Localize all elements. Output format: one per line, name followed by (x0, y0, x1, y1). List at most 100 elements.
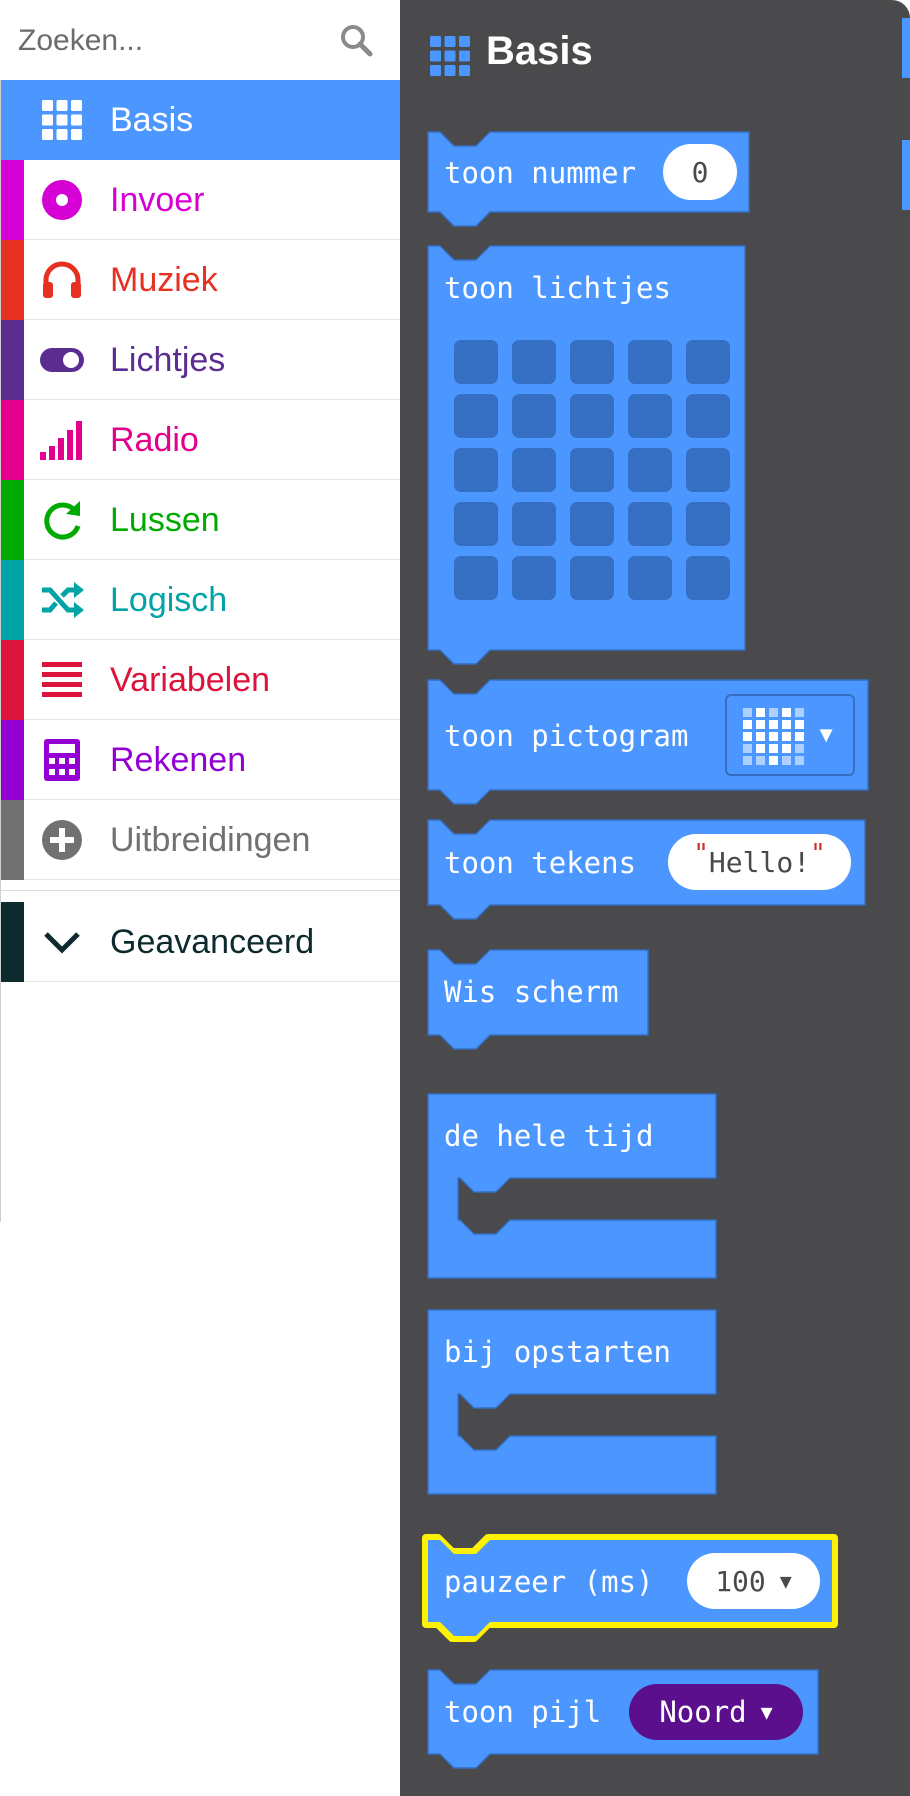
category-label: Rekenen (110, 741, 247, 779)
pause-value: 100 (715, 1564, 766, 1598)
category-color-stripe (0, 720, 24, 800)
category-label: Lichtjes (110, 341, 226, 379)
signal-bars-icon (40, 421, 82, 460)
led-cell[interactable] (512, 556, 556, 600)
block-label[interactable]: Wis scherm (444, 974, 619, 1010)
led-cell[interactable] (570, 448, 614, 492)
category-lussen[interactable]: Lussen (0, 480, 400, 560)
category-invoer[interactable]: Invoer (0, 160, 400, 240)
category-label: Logisch (110, 581, 228, 619)
category-color-stripe (0, 640, 24, 720)
category-uitbreidingen[interactable]: Uitbreidingen (0, 800, 400, 880)
category-lichtjes[interactable]: Lichtjes (0, 320, 400, 400)
led-cell[interactable] (454, 448, 498, 492)
block-label[interactable]: toon tekens (444, 845, 636, 881)
category-color-stripe (0, 902, 24, 982)
number-value: 0 (691, 155, 709, 189)
led-cell[interactable] (454, 394, 498, 438)
plus-circle-icon (42, 820, 82, 860)
category-geavanceerd[interactable]: Geavanceerd (0, 902, 400, 982)
category-label: Basis (110, 101, 194, 139)
category-rekenen[interactable]: Rekenen (0, 720, 400, 800)
quote-open-icon: " (693, 839, 709, 869)
category-color-stripe (0, 400, 24, 480)
category-color-stripe (0, 480, 24, 560)
block-label[interactable]: de hele tijd (444, 1118, 654, 1154)
category-label: Radio (110, 421, 199, 459)
string-value: Hello! (708, 845, 811, 879)
category-color-stripe (0, 240, 24, 320)
calculator-icon (44, 739, 80, 781)
block-label[interactable]: toon nummer (444, 155, 636, 191)
category-color-stripe (0, 800, 24, 880)
chevron-down-icon (44, 932, 80, 954)
caret-down-icon: ▼ (815, 722, 837, 747)
led-cell[interactable] (454, 502, 498, 546)
category-label: Variabelen (110, 661, 271, 699)
led-cell[interactable] (686, 556, 730, 600)
search-icon[interactable] (338, 22, 374, 58)
block-label[interactable]: toon pijl (444, 1694, 601, 1730)
block-label[interactable]: bij opstarten (444, 1334, 671, 1370)
led-cell[interactable] (628, 448, 672, 492)
headphones-icon (43, 261, 81, 298)
led-cell[interactable] (454, 556, 498, 600)
led-cell[interactable] (628, 502, 672, 546)
list-lines-icon (42, 662, 82, 697)
led-cell[interactable] (686, 394, 730, 438)
led-cell[interactable] (512, 448, 556, 492)
category-muziek[interactable]: Muziek (0, 240, 400, 320)
block-label[interactable]: toon pictogram (444, 718, 688, 754)
arrow-direction-dropdown[interactable]: Noord ▼ (629, 1684, 803, 1740)
refresh-icon (44, 501, 81, 540)
category-label: Uitbreidingen (110, 821, 311, 859)
block-label[interactable]: toon lichtjes (444, 270, 671, 306)
led-cell[interactable] (570, 394, 614, 438)
block-flyout: Basis toon nummer 0 toon lichtjes toon p… (400, 0, 910, 1796)
category-variabelen[interactable]: Variabelen (0, 640, 400, 720)
category-logisch[interactable]: Logisch (0, 560, 400, 640)
led-cell[interactable] (570, 340, 614, 384)
category-label: Invoer (110, 181, 205, 219)
led-cell[interactable] (454, 340, 498, 384)
category-radio[interactable]: Radio (0, 400, 400, 480)
toolbox-sidebar: Basis Invoer Muziek Lichtjes (0, 0, 400, 1796)
divider (0, 890, 400, 891)
sidebar-edge (0, 80, 1, 1222)
led-cell[interactable] (628, 394, 672, 438)
led-cell[interactable] (686, 502, 730, 546)
led-cell[interactable] (512, 394, 556, 438)
string-input[interactable]: " Hello! " (668, 834, 851, 890)
led-cell[interactable] (628, 340, 672, 384)
pause-dropdown[interactable]: 100 ▼ (687, 1553, 820, 1609)
caret-down-icon: ▼ (760, 1700, 773, 1724)
icon-dropdown[interactable]: ▼ (725, 694, 855, 776)
led-cell[interactable] (686, 340, 730, 384)
category-color-stripe (0, 560, 24, 640)
category-label: Lussen (110, 501, 220, 539)
search-input[interactable] (16, 14, 330, 68)
category-color-stripe (0, 160, 24, 240)
arrow-direction-value: Noord (659, 1695, 747, 1729)
number-input[interactable]: 0 (663, 144, 737, 200)
toggle-icon (40, 348, 84, 372)
quote-close-icon: " (810, 839, 826, 869)
led-cell[interactable] (512, 502, 556, 546)
shuffle-icon (42, 582, 84, 618)
category-basis[interactable]: Basis (0, 80, 400, 160)
heart-icon (743, 708, 804, 765)
caret-down-icon: ▼ (779, 1569, 792, 1593)
grid-icon (42, 100, 82, 140)
category-label: Geavanceerd (110, 923, 315, 961)
search-bar (0, 0, 400, 80)
led-grid (454, 340, 730, 604)
led-cell[interactable] (628, 556, 672, 600)
led-cell[interactable] (570, 502, 614, 546)
led-cell[interactable] (686, 448, 730, 492)
category-color-stripe (0, 320, 24, 400)
block-label[interactable]: pauzeer (ms) (444, 1564, 654, 1600)
target-icon (42, 180, 82, 220)
category-label: Muziek (110, 261, 218, 299)
led-cell[interactable] (512, 340, 556, 384)
led-cell[interactable] (570, 556, 614, 600)
